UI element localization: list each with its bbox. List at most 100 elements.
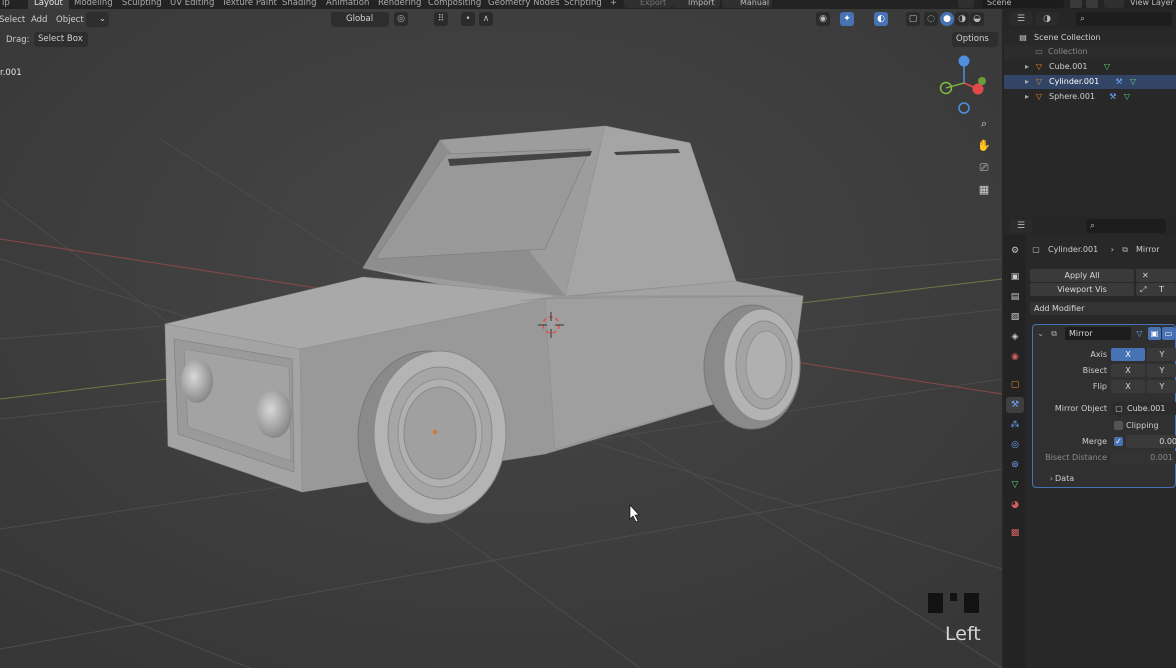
rendered-shading-icon[interactable]: ◒ <box>970 12 984 26</box>
options-dropdown[interactable]: Options <box>952 32 998 47</box>
scene-selector[interactable]: Scene <box>982 0 1064 8</box>
clipping-checkbox[interactable] <box>1114 421 1123 430</box>
left-headlight <box>181 359 213 403</box>
wireframe-shading-icon[interactable]: ◌ <box>924 12 938 26</box>
editor-type-icon[interactable]: ☰ <box>1010 12 1032 26</box>
viewport-vis-button[interactable]: Viewport Vis <box>1030 283 1134 296</box>
merge-checkbox[interactable]: ✓ <box>1114 437 1123 446</box>
export-button[interactable]: Export <box>624 0 672 8</box>
output-tab-icon[interactable]: ▤ <box>1006 289 1024 305</box>
solid-shading-icon[interactable]: ● <box>940 12 954 26</box>
gizmo-toggle-icon[interactable]: ✦ <box>840 12 854 26</box>
add-modifier-button[interactable]: Add Modifier <box>1030 302 1176 315</box>
modifier-name-input[interactable]: Mirror <box>1065 327 1131 340</box>
material-tab-icon[interactable]: ◕ <box>1006 497 1024 513</box>
tab-compositing[interactable]: Compositing <box>422 0 487 9</box>
tab-sculpting[interactable]: Sculpting <box>116 0 168 9</box>
material-shading-icon[interactable]: ◑ <box>955 12 969 26</box>
delete-scene-icon[interactable] <box>1086 0 1098 8</box>
expand-arrow-icon[interactable]: ▸ <box>1022 92 1032 102</box>
outliner-search-input[interactable]: ⌕ <box>1076 12 1172 26</box>
tab-layout[interactable]: Layout <box>28 0 69 9</box>
flip-x-toggle[interactable]: X <box>1111 380 1145 393</box>
scene-collection-row[interactable]: ▤ Scene Collection <box>1004 31 1176 45</box>
physics-tab-icon[interactable]: ◎ <box>1006 437 1024 453</box>
add-workspace-button[interactable]: + <box>604 0 623 9</box>
world-tab-icon[interactable]: ◉ <box>1006 349 1024 365</box>
pivot-point-icon[interactable]: ◎ <box>394 12 408 26</box>
outliner-item-cylinder[interactable]: ▸ ▽ Cylinder.001 ⚒ ▽ <box>1004 75 1176 89</box>
select-menu[interactable]: Select <box>0 15 25 25</box>
mode-dropdown[interactable]: ⌄ <box>86 12 109 27</box>
pan-hand-icon[interactable]: ✋ <box>976 138 992 154</box>
constraints-tab-icon[interactable]: ⊚ <box>1006 457 1024 473</box>
modifier-wrench-icon: ⚒ <box>1115 77 1123 86</box>
view-layer-icon[interactable] <box>1104 0 1124 8</box>
render-tab-icon[interactable]: ▣ <box>1006 269 1024 285</box>
scene-collection-icon: ▤ <box>1019 33 1027 42</box>
overlay-toggle-icon[interactable]: ◐ <box>874 12 888 26</box>
view-layer-tab-icon[interactable]: ▧ <box>1006 309 1024 325</box>
particles-tab-icon[interactable]: ⁂ <box>1006 417 1024 433</box>
bisect-distance-field[interactable]: 0.001 <box>1111 451 1176 464</box>
zoom-icon[interactable]: ⌕ <box>976 116 992 132</box>
tab-shading[interactable]: Shading <box>276 0 323 9</box>
tool-tab-icon[interactable]: ⚙ <box>1006 243 1024 259</box>
manual-button[interactable]: Manual <box>722 0 772 8</box>
3d-viewport[interactable]: Select Add Object ⌄ Global ◎ ⠿ • ∧ ◉ ✦ ◐… <box>0 9 1002 668</box>
orientation-dropdown[interactable]: Global <box>331 12 389 27</box>
object-menu[interactable]: Object <box>56 15 84 25</box>
snap-icon[interactable]: ⠿ <box>434 12 448 26</box>
viewport-header: Select Add Object ⌄ Global ◎ ⠿ • ∧ ◉ ✦ ◐… <box>0 9 1002 31</box>
expand-arrow-icon[interactable]: ▸ <box>1022 77 1032 87</box>
mesh-data-icon: ▽ <box>1123 92 1131 101</box>
edit-mode-toggle-icon[interactable]: ▽ <box>1133 327 1146 340</box>
outliner-item-sphere[interactable]: ▸ ▽ Sphere.001 ⚒ ▽ <box>1004 90 1176 104</box>
scene-tab-icon[interactable]: ◈ <box>1006 329 1024 345</box>
axis-label: Axis <box>1090 350 1107 359</box>
drag-select-box-dropdown[interactable]: Select Box <box>34 32 88 47</box>
object-tab-icon[interactable]: ▢ <box>1006 377 1024 393</box>
tab-geometry-nodes[interactable]: Geometry Nodes <box>482 0 566 9</box>
tab-rendering[interactable]: Rendering <box>372 0 427 9</box>
bisect-x-toggle[interactable]: X <box>1111 364 1145 377</box>
import-button[interactable]: Import <box>672 0 720 8</box>
modifier-tab-icon[interactable]: ⚒ <box>1006 397 1024 413</box>
data-expand-chevron-icon[interactable]: › <box>1045 472 1053 485</box>
flip-y-toggle[interactable]: Y <box>1147 380 1176 393</box>
collection-row[interactable]: ▭ Collection <box>1004 45 1176 59</box>
axis-x-toggle[interactable]: X <box>1111 348 1145 361</box>
expand-arrow-icon[interactable]: ▸ <box>1022 62 1032 72</box>
new-scene-icon[interactable] <box>1070 0 1082 8</box>
data-subpanel-label[interactable]: Data <box>1055 472 1074 485</box>
render-toggle-icon[interactable]: ▭ <box>1162 327 1175 340</box>
display-mode-icon[interactable]: ◑ <box>1036 12 1058 26</box>
view-layer-selector[interactable]: View Layer <box>1128 0 1176 8</box>
tab-help[interactable]: lp <box>0 0 16 9</box>
data-tab-icon[interactable]: ▽ <box>1006 477 1024 493</box>
apply-all-button[interactable]: Apply All <box>1030 269 1134 282</box>
tab-scripting[interactable]: Scripting <box>558 0 608 9</box>
tab-animation[interactable]: Animation <box>320 0 375 9</box>
delete-all-icon[interactable]: ✕ <box>1136 269 1176 282</box>
proportional-edit-icon[interactable]: • <box>461 12 475 26</box>
tab-modeling[interactable]: Modeling <box>68 0 119 9</box>
axis-y-toggle[interactable]: Y <box>1147 348 1176 361</box>
merge-distance-field[interactable]: 0.00 <box>1126 435 1176 448</box>
viewport-toggle-icon[interactable]: ▣ <box>1148 327 1161 340</box>
bisect-y-toggle[interactable]: Y <box>1147 364 1176 377</box>
xray-icon[interactable]: ▢ <box>906 12 920 26</box>
outliner-item-cube[interactable]: ▸ ▽ Cube.001 ▽ <box>1004 60 1176 74</box>
falloff-icon[interactable]: ∧ <box>479 12 493 26</box>
visibility-icon[interactable]: ◉ <box>816 12 830 26</box>
add-menu[interactable]: Add <box>31 15 47 25</box>
collapse-chevron-icon[interactable]: ⌄ <box>1036 327 1044 340</box>
tab-texture-paint[interactable]: Texture Paint <box>216 0 283 9</box>
scene-icon[interactable] <box>958 0 974 8</box>
toggle-stack-icon[interactable]: ⤢ T <box>1136 283 1176 296</box>
drag-label: Drag: <box>6 35 30 45</box>
texture-tab-icon[interactable]: ▩ <box>1006 525 1024 541</box>
tab-uv-editing[interactable]: UV Editing <box>164 0 220 9</box>
perspective-grid-icon[interactable]: ▦ <box>976 182 992 198</box>
camera-view-icon[interactable]: ⎚ <box>976 160 992 176</box>
